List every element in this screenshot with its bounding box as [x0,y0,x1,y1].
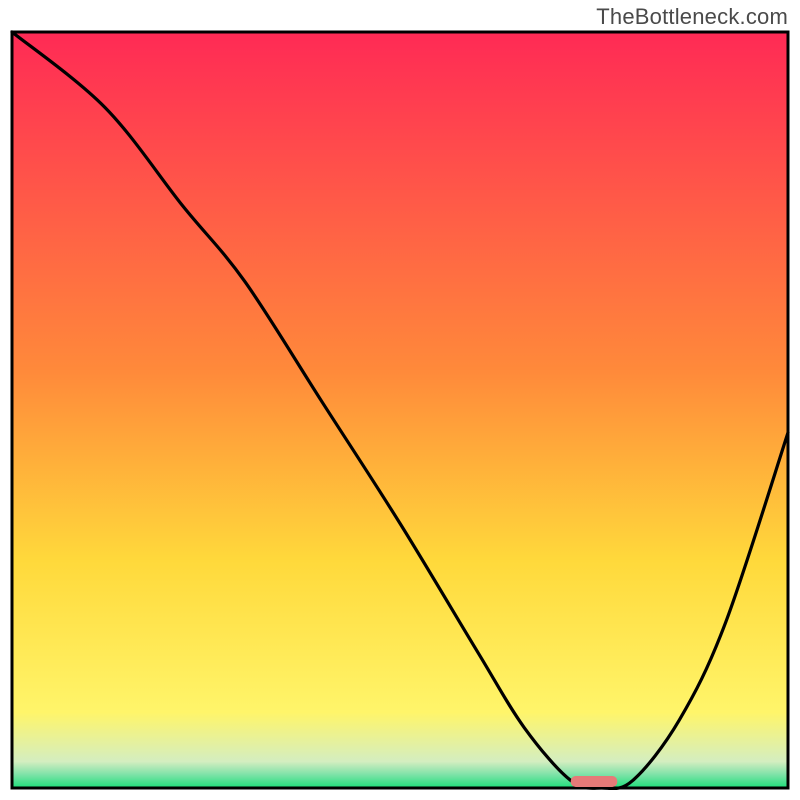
chart-background-gradient [12,32,788,788]
bottleneck-chart [10,30,790,790]
chart-frame: TheBottleneck.com [0,0,800,800]
watermark-label: TheBottleneck.com [596,4,788,30]
optimal-marker [571,776,618,787]
